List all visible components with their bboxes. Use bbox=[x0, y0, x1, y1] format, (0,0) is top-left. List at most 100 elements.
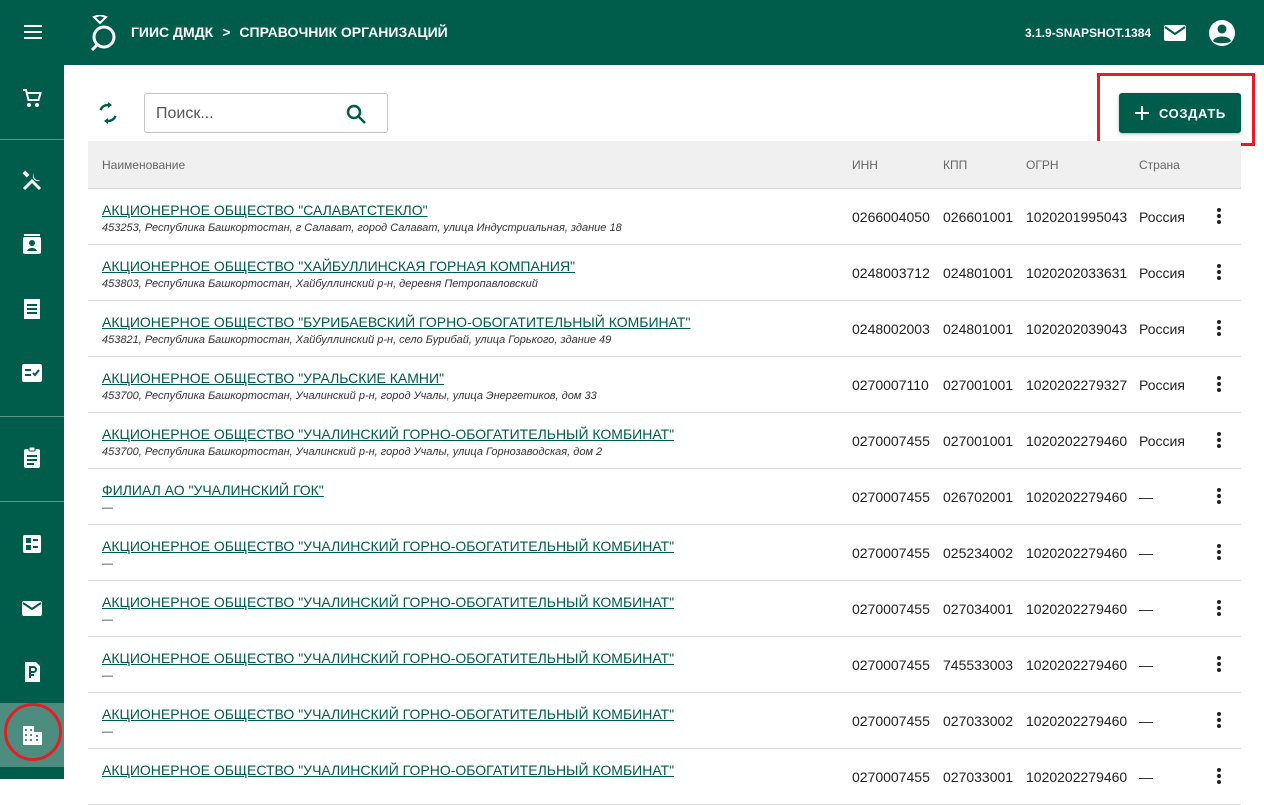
kpp-cell: 027033001 bbox=[943, 769, 1014, 785]
table-row[interactable]: АКЦИОНЕРНОЕ ОБЩЕСТВО "УЧАЛИНСКИЙ ГОРНО-О… bbox=[88, 749, 1241, 805]
sidebar-item-payments[interactable] bbox=[0, 640, 64, 704]
ogrn-cell: 1020202279460 bbox=[1026, 545, 1128, 561]
country-cell: Россия bbox=[1139, 321, 1185, 337]
organization-name-link[interactable]: АКЦИОНЕРНОЕ ОБЩЕСТВО "УЧАЛИНСКИЙ ГОРНО-О… bbox=[102, 650, 674, 666]
more-vert-icon[interactable] bbox=[1209, 374, 1229, 396]
sidebar-item-cart[interactable] bbox=[0, 66, 64, 130]
clipboard-icon bbox=[24, 446, 40, 468]
organization-name-link[interactable]: АКЦИОНЕРНОЕ ОБЩЕСТВО "БУРИБАЕВСКИЙ ГОРНО… bbox=[102, 314, 690, 330]
ogrn-cell: 1020202279460 bbox=[1026, 433, 1128, 449]
column-header-ogrn[interactable]: ОГРН bbox=[1026, 158, 1059, 172]
ogrn-cell: 1020202279460 bbox=[1026, 489, 1128, 505]
search-field bbox=[144, 93, 388, 133]
more-vert-icon[interactable] bbox=[1209, 654, 1229, 676]
sidebar-item-dashboard[interactable] bbox=[0, 512, 64, 576]
inn-cell: 0270007455 bbox=[852, 713, 930, 729]
organization-address: — bbox=[102, 670, 113, 682]
kpp-cell: 026601001 bbox=[943, 209, 1014, 225]
version-label: 3.1.9-SNAPSHOT.1384 bbox=[1025, 26, 1152, 40]
organization-name-link[interactable]: АКЦИОНЕРНОЕ ОБЩЕСТВО "УЧАЛИНСКИЙ ГОРНО-О… bbox=[102, 426, 674, 442]
ogrn-cell: 1020202279460 bbox=[1026, 601, 1128, 617]
table-row[interactable]: АКЦИОНЕРНОЕ ОБЩЕСТВО "УЧАЛИНСКИЙ ГОРНО-О… bbox=[88, 637, 1241, 693]
mail-icon[interactable] bbox=[1163, 22, 1187, 44]
more-vert-icon[interactable] bbox=[1209, 486, 1229, 508]
organization-address: 453253, Республика Башкортостан, г Салав… bbox=[102, 222, 622, 234]
organization-name-link[interactable]: АКЦИОНЕРНОЕ ОБЩЕСТВО "ХАЙБУЛЛИНСКАЯ ГОРН… bbox=[102, 258, 575, 274]
organization-name-link[interactable]: АКЦИОНЕРНОЕ ОБЩЕСТВО "УЧАЛИНСКИЙ ГОРНО-О… bbox=[102, 594, 674, 610]
account-icon[interactable] bbox=[1208, 19, 1236, 47]
country-cell: — bbox=[1139, 489, 1153, 505]
column-header-name[interactable]: Наименование bbox=[102, 158, 185, 172]
inn-cell: 0270007455 bbox=[852, 545, 930, 561]
organization-name-link[interactable]: ФИЛИАЛ АО "УЧАЛИНСКИЙ ГОК" bbox=[102, 482, 324, 498]
country-cell: — bbox=[1139, 601, 1153, 617]
table-row[interactable]: АКЦИОНЕРНОЕ ОБЩЕСТВО "УРАЛЬСКИЕ КАМНИ" 45… bbox=[88, 357, 1241, 413]
kpp-cell: 025234002 bbox=[943, 545, 1014, 561]
column-header-inn[interactable]: ИНН bbox=[852, 158, 878, 172]
breadcrumb-app[interactable]: ГИИС ДМДК bbox=[131, 24, 213, 40]
sidebar-item-assignments[interactable] bbox=[0, 426, 64, 490]
organization-name-link[interactable]: АКЦИОНЕРНОЕ ОБЩЕСТВО "УРАЛЬСКИЕ КАМНИ" bbox=[102, 370, 444, 386]
inn-cell: 0270007455 bbox=[852, 769, 930, 785]
sidebar-item-mail[interactable] bbox=[0, 576, 64, 640]
create-button-label: СОЗДАТЬ bbox=[1159, 105, 1226, 121]
organization-address: — bbox=[102, 726, 113, 738]
kpp-cell: 026702001 bbox=[943, 489, 1014, 505]
inn-cell: 0248003712 bbox=[852, 265, 930, 281]
country-cell: — bbox=[1139, 769, 1153, 785]
organization-name-link[interactable]: АКЦИОНЕРНОЕ ОБЩЕСТВО "УЧАЛИНСКИЙ ГОРНО-О… bbox=[102, 762, 674, 778]
sidebar-item-contacts[interactable] bbox=[0, 213, 64, 277]
sidebar-item-tools[interactable] bbox=[0, 149, 64, 213]
organization-name-link[interactable]: АКЦИОНЕРНОЕ ОБЩЕСТВО "УЧАЛИНСКИЙ ГОРНО-О… bbox=[102, 538, 674, 554]
ogrn-cell: 1020202279460 bbox=[1026, 657, 1128, 673]
inn-cell: 0270007110 bbox=[852, 377, 929, 393]
menu-icon[interactable] bbox=[22, 22, 46, 42]
column-header-country[interactable]: Страна bbox=[1139, 158, 1180, 172]
table-row[interactable]: ФИЛИАЛ АО "УЧАЛИНСКИЙ ГОК" — 0270007455 026… bbox=[88, 469, 1241, 525]
more-vert-icon[interactable] bbox=[1209, 206, 1229, 228]
logo-icon bbox=[90, 15, 116, 51]
table-row[interactable]: АКЦИОНЕРНОЕ ОБЩЕСТВО "УЧАЛИНСКИЙ ГОРНО-О… bbox=[88, 413, 1241, 469]
column-header-kpp[interactable]: КПП bbox=[943, 158, 967, 172]
organization-name-link[interactable]: АКЦИОНЕРНОЕ ОБЩЕСТВО "САЛАВАТСТЕКЛО" bbox=[102, 202, 428, 218]
kpp-cell: 027033002 bbox=[943, 713, 1014, 729]
contact-card-icon bbox=[23, 234, 41, 254]
sidebar-item-organizations[interactable] bbox=[0, 703, 64, 767]
refresh-icon[interactable] bbox=[96, 101, 120, 125]
table-row[interactable]: АКЦИОНЕРНОЕ ОБЩЕСТВО "УЧАЛИНСКИЙ ГОРНО-О… bbox=[88, 693, 1241, 749]
more-vert-icon[interactable] bbox=[1209, 542, 1229, 564]
more-vert-icon[interactable] bbox=[1209, 598, 1229, 620]
sidebar-item-documents[interactable] bbox=[0, 277, 64, 341]
inn-cell: 0248002003 bbox=[852, 321, 930, 337]
more-vert-icon[interactable] bbox=[1209, 430, 1229, 452]
organization-name-link[interactable]: АКЦИОНЕРНОЕ ОБЩЕСТВО "УЧАЛИНСКИЙ ГОРНО-О… bbox=[102, 706, 674, 722]
country-cell: — bbox=[1139, 545, 1153, 561]
table-row[interactable]: АКЦИОНЕРНОЕ ОБЩЕСТВО "БУРИБАЕВСКИЙ ГОРНО… bbox=[88, 301, 1241, 357]
plus-icon bbox=[1135, 106, 1149, 120]
ogrn-cell: 1020202279460 bbox=[1026, 769, 1128, 785]
sidebar-item-checklist[interactable] bbox=[0, 341, 64, 405]
table-row[interactable]: АКЦИОНЕРНОЕ ОБЩЕСТВО "УЧАЛИНСКИЙ ГОРНО-О… bbox=[88, 581, 1241, 637]
kpp-cell: 027001001 bbox=[943, 377, 1014, 393]
kpp-cell: 024801001 bbox=[943, 265, 1014, 281]
kpp-cell: 745533003 bbox=[943, 657, 1014, 673]
search-input[interactable] bbox=[156, 103, 336, 125]
page-title: СПРАВОЧНИК ОРГАНИЗАЦИЙ bbox=[239, 24, 448, 40]
organization-address: 453803, Республика Башкортостан, Хайбулл… bbox=[102, 278, 538, 290]
kpp-cell: 027034001 bbox=[943, 601, 1014, 617]
country-cell: — bbox=[1139, 713, 1153, 729]
table-row[interactable]: АКЦИОНЕРНОЕ ОБЩЕСТВО "ХАЙБУЛЛИНСКАЯ ГОРН… bbox=[88, 245, 1241, 301]
organization-address: — bbox=[102, 502, 113, 514]
table-row[interactable]: АКЦИОНЕРНОЕ ОБЩЕСТВО "УЧАЛИНСКИЙ ГОРНО-О… bbox=[88, 525, 1241, 581]
mail-icon bbox=[22, 601, 42, 616]
more-vert-icon[interactable] bbox=[1209, 710, 1229, 732]
table-row[interactable]: АКЦИОНЕРНОЕ ОБЩЕСТВО "САЛАВАТСТЕКЛО" 4532… bbox=[88, 189, 1241, 245]
search-icon[interactable] bbox=[345, 103, 367, 125]
more-vert-icon[interactable] bbox=[1209, 318, 1229, 340]
more-vert-icon[interactable] bbox=[1209, 766, 1229, 788]
organization-address: 453700, Республика Башкортостан, Учалинс… bbox=[102, 446, 603, 458]
create-button[interactable]: СОЗДАТЬ bbox=[1119, 93, 1241, 133]
country-cell: Россия bbox=[1139, 433, 1185, 449]
more-vert-icon[interactable] bbox=[1209, 262, 1229, 284]
breadcrumb: ГИИС ДМДК > СПРАВОЧНИК ОРГАНИЗАЦИЙ bbox=[131, 24, 448, 40]
